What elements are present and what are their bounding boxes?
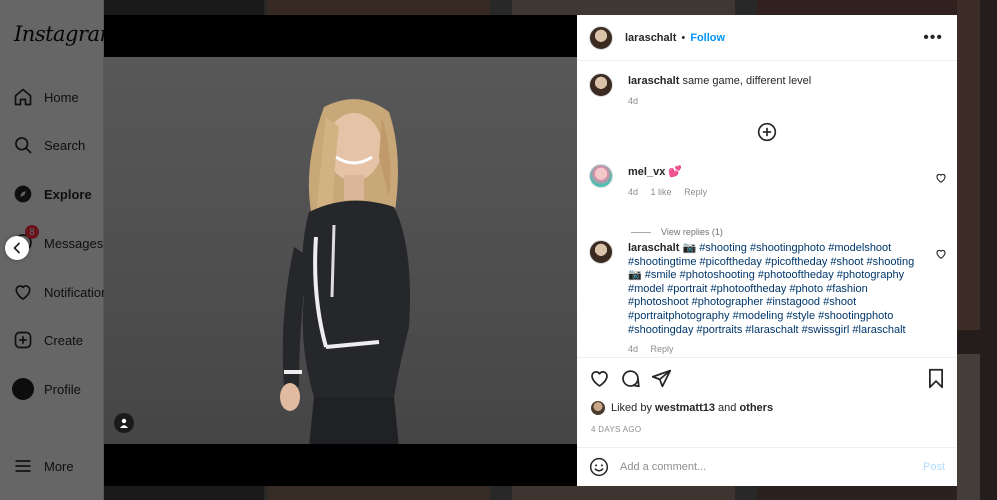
save-bookmark-icon[interactable] bbox=[927, 368, 945, 389]
caption-time[interactable]: 4d bbox=[628, 96, 638, 106]
comment-username[interactable]: laraschalt bbox=[628, 242, 679, 254]
reply-button[interactable]: Reply bbox=[684, 187, 707, 197]
sidebar-item-explore[interactable]: Explore bbox=[12, 179, 92, 209]
sidebar-item-home[interactable]: Home bbox=[12, 82, 79, 112]
comment-text: 📷 #shooting #shootingphoto #modelshoot #… bbox=[628, 242, 915, 336]
background-tile-right bbox=[957, 0, 997, 500]
comment-likes[interactable]: 1 like bbox=[651, 187, 672, 197]
previous-post-button[interactable] bbox=[5, 236, 29, 260]
add-comment-bar: Add a comment... Post bbox=[577, 447, 957, 486]
sidebar-item-label: Search bbox=[44, 137, 86, 153]
comment-bubble-icon[interactable] bbox=[620, 368, 641, 389]
caption-avatar[interactable] bbox=[589, 73, 613, 97]
comment-time[interactable]: 4d bbox=[628, 344, 638, 354]
sidebar-item-label: Explore bbox=[44, 186, 92, 202]
sidebar-item-label: Create bbox=[44, 332, 84, 348]
caption-username[interactable]: laraschalt bbox=[628, 75, 679, 87]
follow-button[interactable]: Follow bbox=[690, 32, 725, 44]
liked-by-summary: Liked by westmatt13 and others bbox=[591, 401, 773, 415]
home-icon bbox=[12, 86, 34, 108]
emoji-smile-icon[interactable] bbox=[589, 457, 609, 477]
heart-icon bbox=[12, 281, 34, 303]
post-media[interactable] bbox=[104, 15, 577, 486]
chevron-left-icon bbox=[13, 242, 20, 254]
post-details-panel: laraschalt • Follow ••• laraschalt same … bbox=[577, 15, 957, 486]
sidebar-item-create[interactable]: Create bbox=[12, 325, 83, 355]
share-paper-plane-icon[interactable] bbox=[651, 368, 672, 389]
comment-like-icon[interactable] bbox=[935, 248, 947, 260]
liker-avatar[interactable] bbox=[591, 401, 605, 415]
sidebar-item-search[interactable]: Search bbox=[12, 130, 85, 160]
plus-square-icon bbox=[12, 329, 34, 351]
hamburger-icon bbox=[12, 455, 34, 477]
sidebar-item-label: Profile bbox=[44, 381, 81, 397]
load-more-comments-button[interactable] bbox=[757, 122, 777, 142]
liked-by-user[interactable]: westmatt13 bbox=[655, 402, 715, 414]
compass-icon bbox=[12, 183, 34, 205]
author-avatar[interactable] bbox=[589, 25, 613, 50]
sidebar-item-more[interactable]: More bbox=[12, 451, 74, 481]
sidebar-item-label: Messages bbox=[44, 235, 104, 251]
person-photo-illustration bbox=[280, 99, 410, 444]
liked-by-others[interactable]: others bbox=[739, 402, 773, 414]
search-icon bbox=[12, 134, 34, 156]
avatar-icon bbox=[12, 378, 34, 400]
comment-like-icon[interactable] bbox=[935, 172, 947, 184]
like-heart-icon[interactable] bbox=[589, 368, 610, 389]
reply-button[interactable]: Reply bbox=[651, 344, 674, 354]
sidebar-item-label: Home bbox=[44, 89, 79, 105]
liked-by-and: and bbox=[718, 402, 737, 414]
commenter-avatar[interactable] bbox=[589, 240, 613, 264]
plus-circle-icon bbox=[757, 122, 777, 142]
post-photo bbox=[104, 57, 577, 444]
sidebar-item-notifications[interactable]: Notifications bbox=[12, 277, 115, 307]
comment-username[interactable]: mel_vx bbox=[628, 166, 665, 178]
view-replies-button[interactable]: View replies (1) bbox=[631, 227, 723, 237]
unread-badge: 8 bbox=[25, 225, 39, 239]
post-header: laraschalt • Follow ••• bbox=[577, 15, 957, 61]
liked-by-prefix: Liked by bbox=[611, 402, 652, 414]
author-username[interactable]: laraschalt bbox=[625, 32, 676, 44]
commenter-avatar[interactable] bbox=[589, 164, 613, 188]
person-icon bbox=[120, 418, 128, 428]
caption-text: same game, different level bbox=[682, 75, 812, 87]
sidebar-item-profile[interactable]: Profile bbox=[12, 374, 81, 404]
tagged-users-button[interactable] bbox=[114, 413, 134, 433]
sidebar-item-label: More bbox=[44, 458, 74, 474]
add-comment-input[interactable]: Add a comment... bbox=[620, 461, 923, 473]
comment-time[interactable]: 4d bbox=[628, 187, 638, 197]
post-actions: Liked by westmatt13 and others 4 DAYS AG… bbox=[577, 357, 957, 434]
replies-divider-line bbox=[631, 231, 651, 233]
more-options-icon[interactable]: ••• bbox=[923, 29, 943, 47]
post-comment-button[interactable]: Post bbox=[923, 461, 945, 473]
comment-text: 💕 bbox=[668, 166, 683, 178]
separator-dot: • bbox=[681, 31, 686, 44]
comments-list: laraschalt same game, different level 4d… bbox=[577, 62, 957, 357]
view-replies-label: View replies (1) bbox=[661, 227, 723, 237]
post-time-ago[interactable]: 4 DAYS AGO bbox=[591, 425, 641, 434]
